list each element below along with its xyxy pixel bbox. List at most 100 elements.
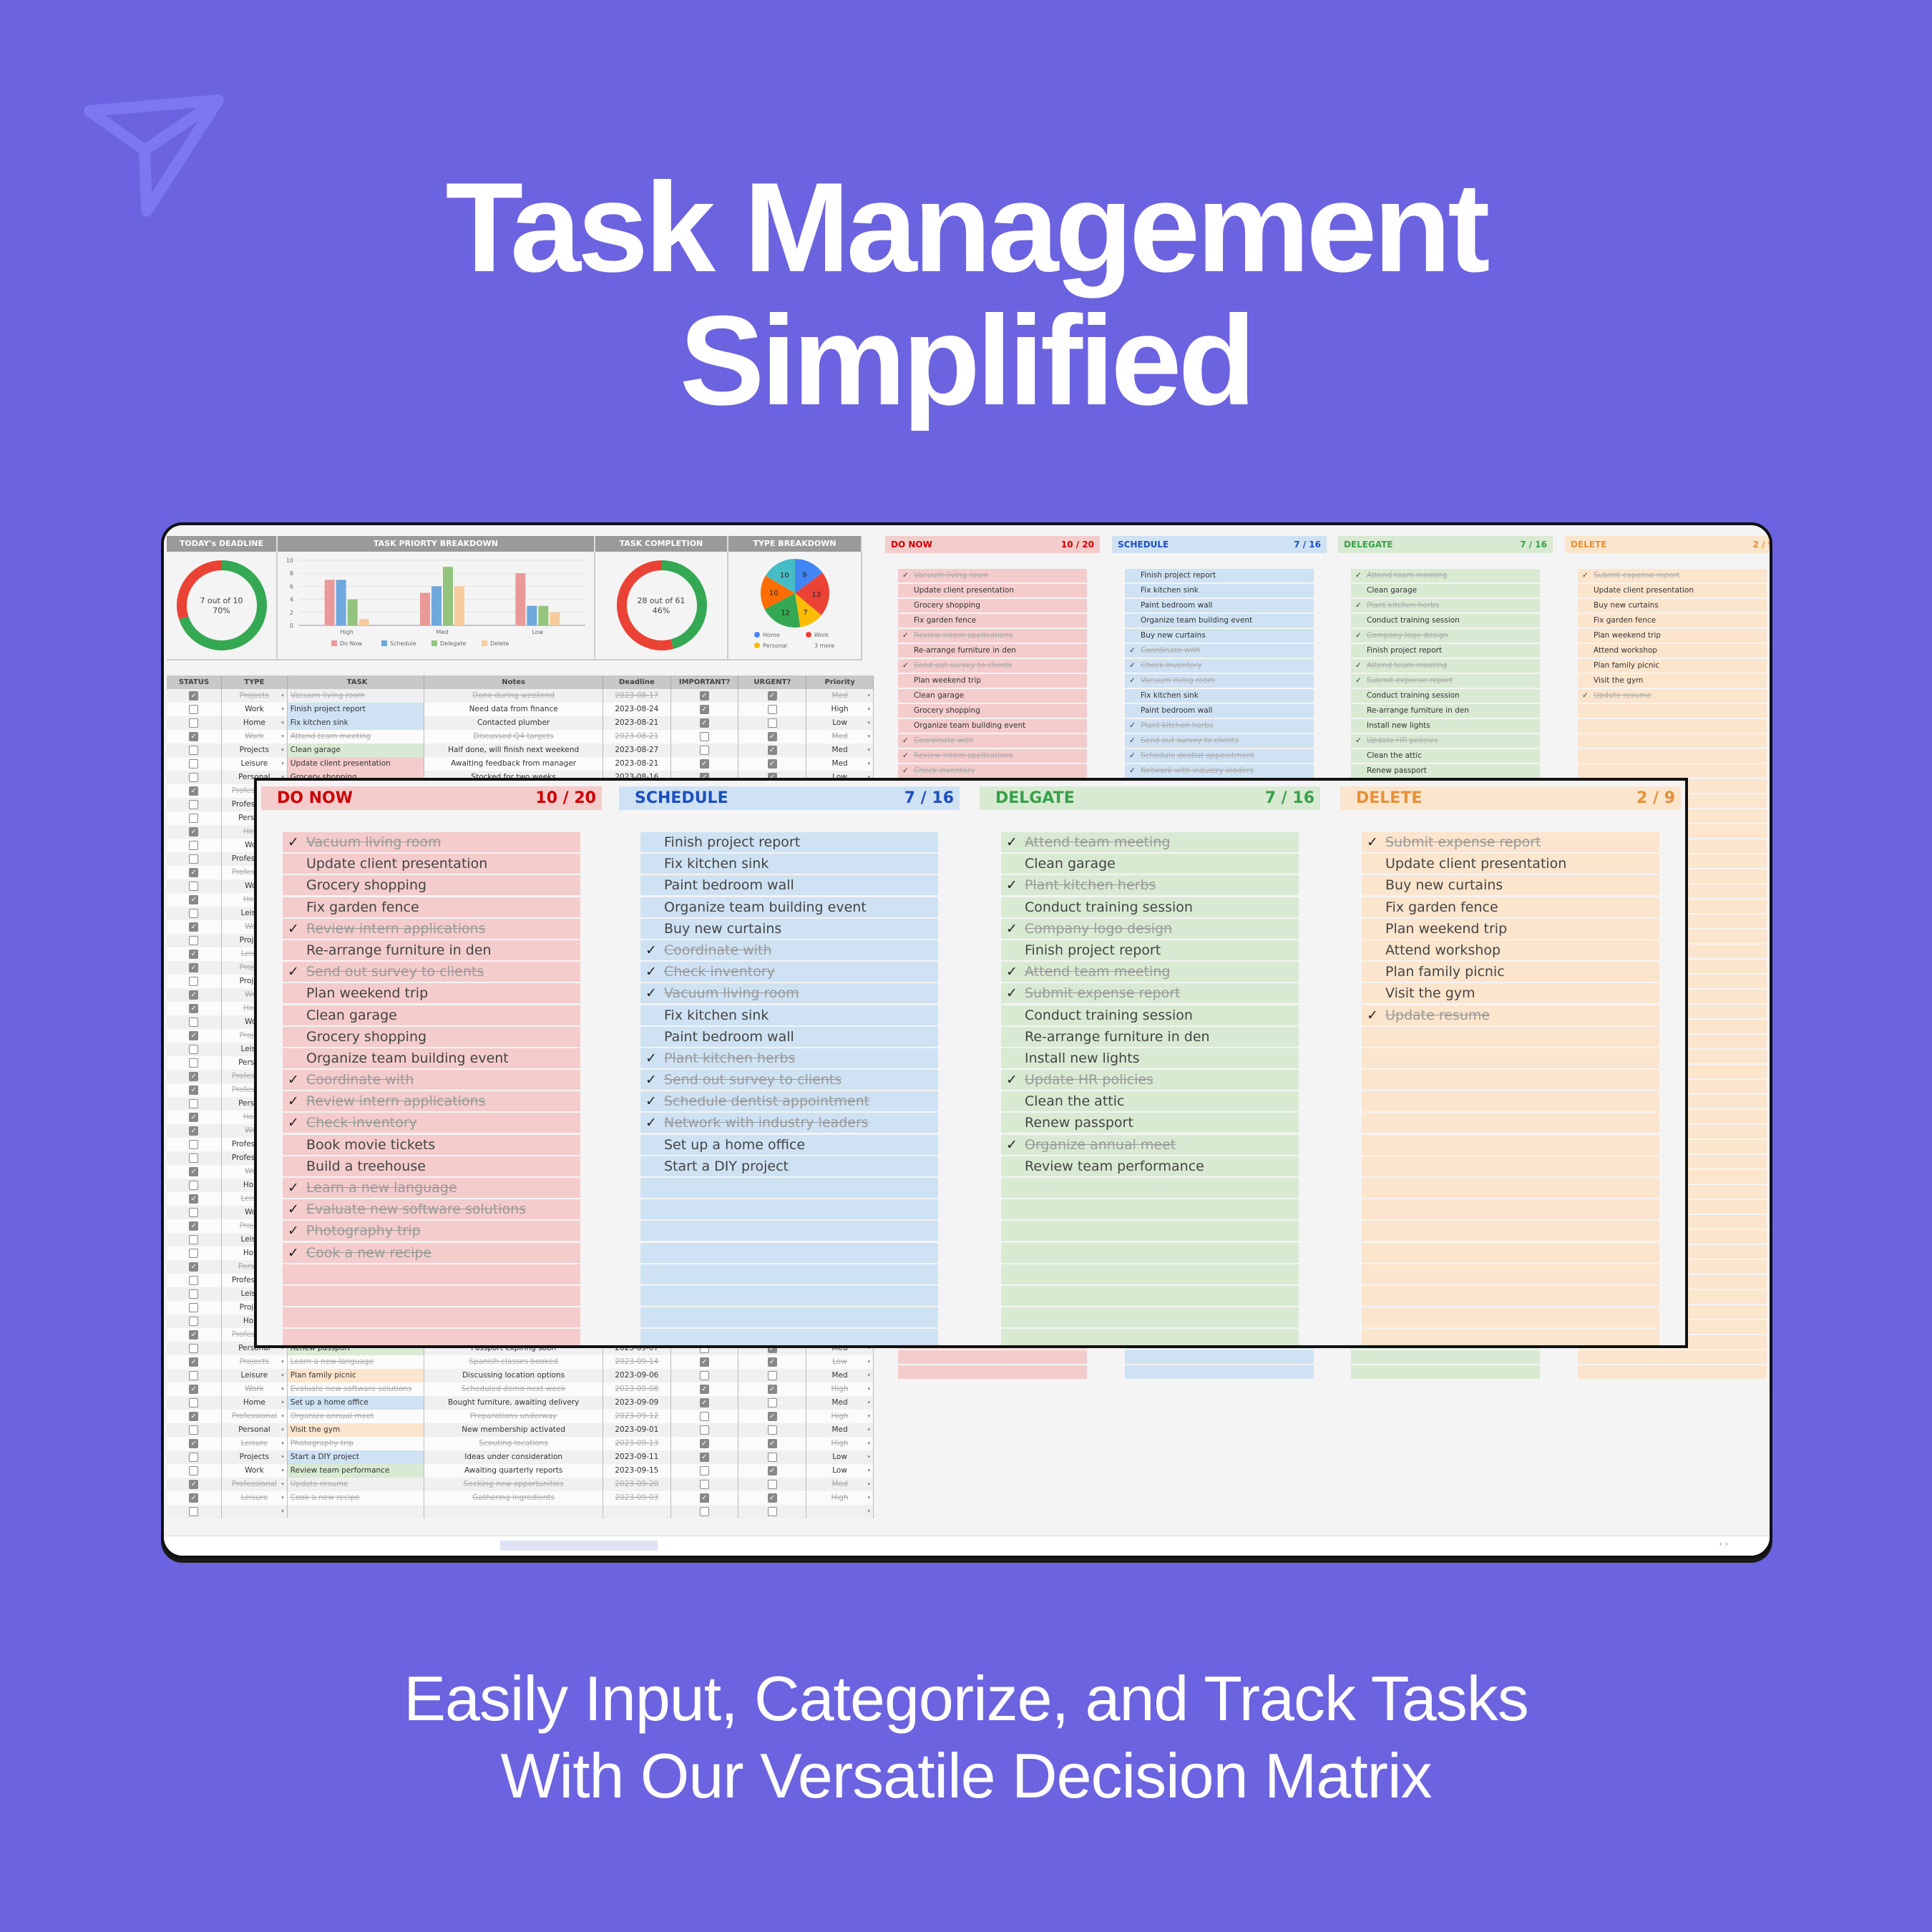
dropdown-arrow-icon[interactable]: ▾ xyxy=(281,716,284,730)
status-cell[interactable] xyxy=(167,879,222,893)
overlay-quadrant-item[interactable] xyxy=(283,1329,580,1345)
status-checkbox[interactable] xyxy=(189,1328,199,1342)
overlay-quadrant-item[interactable]: Buy new curtains xyxy=(640,918,938,939)
quadrant-item[interactable] xyxy=(1578,719,1767,733)
status-checkbox[interactable] xyxy=(189,1139,199,1149)
dropdown-arrow-icon[interactable]: ▾ xyxy=(867,1355,870,1369)
status-checkbox[interactable] xyxy=(189,1192,199,1206)
dropdown-arrow-icon[interactable]: ▾ xyxy=(281,743,284,757)
urgent-cell[interactable] xyxy=(738,1491,807,1505)
status-checkbox[interactable] xyxy=(189,1165,199,1179)
type-cell[interactable]: Projects ▾ xyxy=(222,1450,288,1464)
status-cell[interactable] xyxy=(167,1179,222,1192)
status-checkbox[interactable] xyxy=(189,784,199,798)
task-cell[interactable]: Finish project report xyxy=(287,703,425,716)
type-cell[interactable]: Work ▾ xyxy=(222,730,288,743)
overlay-quadrant-item[interactable] xyxy=(1362,1091,1659,1112)
urgent-checkbox[interactable] xyxy=(767,1506,777,1516)
type-cell[interactable]: Projects ▾ xyxy=(222,743,288,757)
overlay-quadrant-item[interactable] xyxy=(1001,1221,1299,1241)
quadrant-item[interactable]: ✓ Plant kitchen herbs xyxy=(1351,599,1540,613)
overlay-quadrant-item[interactable]: Paint bedroom wall xyxy=(640,1026,938,1047)
overlay-quadrant-item[interactable]: Renew passport xyxy=(1001,1113,1299,1133)
status-cell[interactable] xyxy=(167,1274,222,1287)
overlay-quadrant-item[interactable]: Organize team building event xyxy=(640,897,938,917)
overlay-quadrant-item[interactable] xyxy=(1362,1026,1659,1047)
quadrant-item[interactable]: Clean the attic xyxy=(1351,749,1540,763)
urgent-cell[interactable] xyxy=(738,1464,807,1478)
important-checkbox[interactable] xyxy=(700,1479,710,1489)
overlay-quadrant-item[interactable]: Plan weekend trip xyxy=(1362,918,1659,939)
quadrant-item[interactable]: ✓ Vacuum living room xyxy=(898,569,1087,582)
status-cell[interactable] xyxy=(167,934,222,947)
status-cell[interactable] xyxy=(167,1464,222,1478)
quadrant-item[interactable]: ✓ Update HR policies xyxy=(1351,734,1540,748)
dropdown-arrow-icon[interactable]: ▾ xyxy=(867,1410,870,1423)
urgent-cell[interactable] xyxy=(738,703,807,716)
status-checkbox[interactable] xyxy=(189,1465,199,1475)
type-cell[interactable]: Personal ▾ xyxy=(222,1423,288,1437)
dropdown-arrow-icon[interactable]: ▾ xyxy=(867,757,870,771)
notes-cell[interactable]: Discussed Q4 targets xyxy=(424,730,603,743)
notes-cell[interactable]: Scheduled demo next week xyxy=(424,1382,603,1396)
status-cell[interactable] xyxy=(167,1505,222,1518)
quadrant-item[interactable]: ✓ Company logo design xyxy=(1351,629,1540,643)
urgent-checkbox[interactable] xyxy=(767,743,777,757)
status-checkbox[interactable] xyxy=(189,935,199,945)
priority-cell[interactable]: ▾ xyxy=(806,1505,874,1518)
notes-cell[interactable]: Seeking new opportunities xyxy=(424,1478,603,1491)
important-cell[interactable] xyxy=(671,743,739,757)
deadline-cell[interactable]: 2023-09-11 xyxy=(603,1450,671,1464)
overlay-quadrant-item[interactable] xyxy=(1362,1048,1659,1068)
quadrant-item[interactable]: Fix kitchen sink xyxy=(1125,584,1314,597)
important-checkbox[interactable] xyxy=(700,1370,710,1380)
task-cell[interactable]: Fix kitchen sink xyxy=(287,716,425,730)
overlay-quadrant-item[interactable]: Finish project report xyxy=(640,832,938,852)
status-checkbox[interactable] xyxy=(189,1002,199,1015)
priority-cell[interactable]: Med ▾ xyxy=(806,1396,874,1410)
overlay-quadrant-item[interactable]: ✓ Check inventory xyxy=(640,962,938,982)
dropdown-arrow-icon[interactable]: ▾ xyxy=(281,1491,284,1505)
status-cell[interactable] xyxy=(167,1097,222,1111)
quadrant-item[interactable]: ✓ Review intern applications xyxy=(898,629,1087,643)
status-cell[interactable] xyxy=(167,757,222,771)
status-cell[interactable] xyxy=(167,975,222,988)
status-checkbox[interactable] xyxy=(189,1260,199,1274)
status-cell[interactable] xyxy=(167,1165,222,1179)
overlay-quadrant-item[interactable]: ✓ Company logo design xyxy=(1001,918,1299,939)
notes-cell[interactable]: Gathering ingredients xyxy=(424,1491,603,1505)
overlay-quadrant-item[interactable] xyxy=(640,1178,938,1198)
quadrant-item[interactable] xyxy=(1125,1365,1314,1379)
dropdown-arrow-icon[interactable]: ▾ xyxy=(281,1355,284,1369)
quadrant-item[interactable]: ✓ Submit expense report xyxy=(1578,569,1767,582)
overlay-quadrant-item[interactable] xyxy=(1362,1264,1659,1284)
horizontal-scrollbar[interactable]: ‹ › xyxy=(164,1536,1770,1556)
priority-cell[interactable]: High ▾ xyxy=(806,1491,874,1505)
dropdown-arrow-icon[interactable]: ▾ xyxy=(867,1491,870,1505)
urgent-cell[interactable] xyxy=(738,1396,807,1410)
status-checkbox[interactable] xyxy=(189,1219,199,1233)
deadline-cell[interactable]: 2023-09-09 xyxy=(603,1396,671,1410)
overlay-quadrant-item[interactable]: Fix garden fence xyxy=(1362,897,1659,917)
overlay-quadrant-item[interactable]: Install new lights xyxy=(1001,1048,1299,1068)
status-cell[interactable] xyxy=(167,771,222,784)
notes-cell[interactable]: New membership activated xyxy=(424,1423,603,1437)
overlay-quadrant-item[interactable] xyxy=(640,1307,938,1328)
dropdown-arrow-icon[interactable]: ▾ xyxy=(281,1478,284,1491)
dropdown-arrow-icon[interactable]: ▾ xyxy=(867,1437,870,1450)
status-cell[interactable] xyxy=(167,839,222,852)
overlay-quadrant-item[interactable] xyxy=(1362,1070,1659,1091)
urgent-checkbox[interactable] xyxy=(767,1479,777,1489)
quadrant-item[interactable]: Fix kitchen sink xyxy=(1125,689,1314,703)
status-checkbox[interactable] xyxy=(189,1355,199,1369)
quadrant-item[interactable]: ✓ Coordinate with xyxy=(898,734,1087,748)
priority-cell[interactable]: Low ▾ xyxy=(806,1450,874,1464)
overlay-quadrant-item[interactable]: Paint bedroom wall xyxy=(640,875,938,896)
overlay-quadrant-item[interactable]: Start a DIY project xyxy=(640,1156,938,1176)
status-cell[interactable] xyxy=(167,1478,222,1491)
overlay-quadrant-item[interactable]: ✓ Cook a new recipe xyxy=(283,1242,580,1263)
deadline-cell[interactable]: 2023-09-08 xyxy=(603,1382,671,1396)
overlay-quadrant-item[interactable]: ✓ Update HR policies xyxy=(1001,1070,1299,1091)
overlay-quadrant-item[interactable] xyxy=(283,1307,580,1328)
status-checkbox[interactable] xyxy=(189,1017,199,1027)
